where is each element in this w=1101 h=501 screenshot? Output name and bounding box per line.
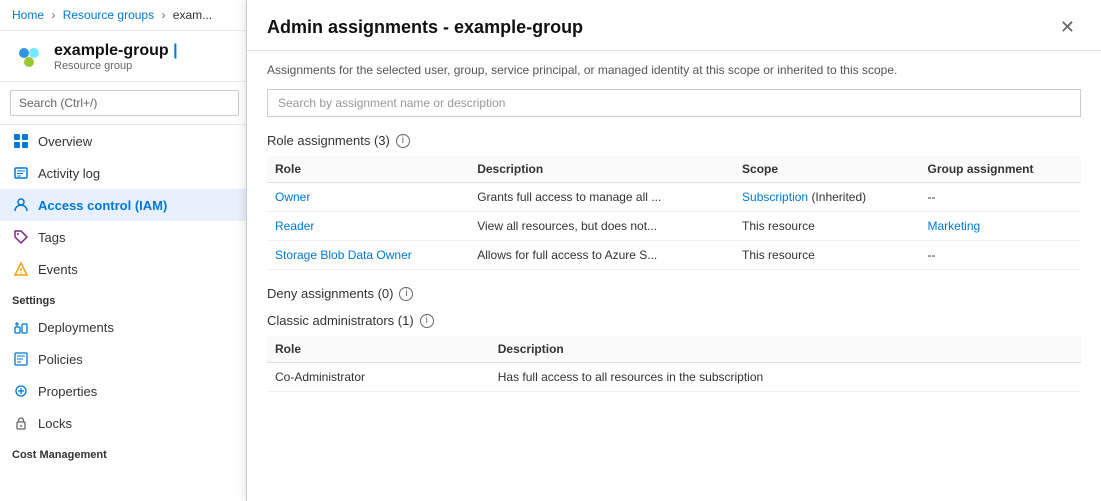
group-cell: -- bbox=[919, 241, 1081, 270]
panel-header: Admin assignments - example-group ✕ bbox=[247, 0, 1101, 51]
sidebar-label-events: Events bbox=[38, 262, 78, 277]
deployments-icon bbox=[12, 318, 30, 336]
sidebar-item-deployments[interactable]: Deployments bbox=[0, 311, 249, 343]
sidebar-item-events[interactable]: Events bbox=[0, 253, 249, 285]
assignment-search-input[interactable] bbox=[267, 89, 1081, 117]
resource-type: Resource group bbox=[54, 60, 178, 72]
sidebar-label-overview: Overview bbox=[38, 134, 92, 149]
sidebar-item-activity-log[interactable]: Activity log bbox=[0, 157, 249, 189]
sidebar-label-properties: Properties bbox=[38, 384, 97, 399]
overview-icon bbox=[12, 132, 30, 150]
properties-icon bbox=[12, 382, 30, 400]
breadcrumb-current: exam... bbox=[173, 8, 212, 22]
scope-cell: Subscription (Inherited) bbox=[734, 183, 919, 212]
locks-icon bbox=[12, 414, 30, 432]
sidebar-label-access-control: Access control (IAM) bbox=[38, 198, 167, 213]
role-assignments-label: Role assignments (3) bbox=[267, 133, 390, 148]
description-cell: Grants full access to manage all ... bbox=[469, 183, 734, 212]
search-input[interactable] bbox=[10, 90, 239, 116]
iam-icon bbox=[12, 196, 30, 214]
role-cell: Owner bbox=[267, 183, 469, 212]
classic-col-description: Description bbox=[490, 336, 1081, 363]
scope-cell: This resource bbox=[734, 212, 919, 241]
sidebar-label-policies: Policies bbox=[38, 352, 83, 367]
role-assignments-table: Role Description Scope Group assignment … bbox=[267, 156, 1081, 270]
deny-assignments-label: Deny assignments (0) bbox=[267, 286, 393, 301]
activity-log-icon bbox=[12, 164, 30, 182]
scope-suffix: (Inherited) bbox=[811, 190, 866, 204]
role-link-storage[interactable]: Storage Blob Data Owner bbox=[275, 248, 412, 262]
col-scope: Scope bbox=[734, 156, 919, 183]
col-description: Description bbox=[469, 156, 734, 183]
scope-link[interactable]: Subscription bbox=[742, 190, 808, 204]
sidebar-item-access-control[interactable]: Access control (IAM) bbox=[0, 189, 249, 221]
role-assignments-info-icon[interactable]: i bbox=[396, 134, 410, 148]
classic-admins-info-icon[interactable]: i bbox=[420, 314, 434, 328]
admin-assignments-panel: Admin assignments - example-group ✕ Assi… bbox=[246, 0, 1101, 501]
sidebar-label-activity-log: Activity log bbox=[38, 166, 100, 181]
main-area: Admin assignments - example-group ✕ Assi… bbox=[250, 0, 1101, 501]
sidebar-item-locks[interactable]: Locks bbox=[0, 407, 249, 439]
description-cell: View all resources, but does not... bbox=[469, 212, 734, 241]
role-link-owner[interactable]: Owner bbox=[275, 190, 310, 204]
group-link-marketing[interactable]: Marketing bbox=[927, 219, 980, 233]
events-icon bbox=[12, 260, 30, 278]
resource-name: example-group bbox=[54, 42, 169, 59]
col-role: Role bbox=[267, 156, 469, 183]
table-row: Owner Grants full access to manage all .… bbox=[267, 183, 1081, 212]
role-cell: Reader bbox=[267, 212, 469, 241]
policies-icon bbox=[12, 350, 30, 368]
sidebar-label-locks: Locks bbox=[38, 416, 72, 431]
sidebar-label-deployments: Deployments bbox=[38, 320, 114, 335]
col-group: Group assignment bbox=[919, 156, 1081, 183]
table-row: Co-Administrator Has full access to all … bbox=[267, 363, 1081, 392]
breadcrumb: Home › Resource groups › exam... bbox=[0, 0, 249, 31]
sidebar-label-tags: Tags bbox=[38, 230, 65, 245]
role-link-reader[interactable]: Reader bbox=[275, 219, 314, 233]
breadcrumb-resource-groups[interactable]: Resource groups bbox=[63, 8, 154, 22]
cost-management-section-label: Cost Management bbox=[0, 439, 249, 465]
deny-assignments-heading: Deny assignments (0) i bbox=[267, 286, 1081, 301]
role-assignments-heading: Role assignments (3) i bbox=[267, 133, 1081, 148]
classic-admins-label: Classic administrators (1) bbox=[267, 313, 414, 328]
resource-header: example-group | Resource group bbox=[0, 31, 249, 82]
classic-col-role: Role bbox=[267, 336, 490, 363]
deny-assignments-section: Deny assignments (0) i bbox=[267, 286, 1081, 301]
panel-title: Admin assignments - example-group bbox=[267, 17, 583, 38]
table-row: Storage Blob Data Owner Allows for full … bbox=[267, 241, 1081, 270]
nav-list: Overview Activity log bbox=[0, 125, 249, 501]
close-button[interactable]: ✕ bbox=[1054, 16, 1081, 38]
sidebar-item-tags[interactable]: Tags bbox=[0, 221, 249, 253]
classic-admins-table: Role Description Co-Administrator Has fu… bbox=[267, 336, 1081, 392]
classic-admins-heading: Classic administrators (1) i bbox=[267, 313, 1081, 328]
tag-icon bbox=[12, 228, 30, 246]
sidebar-item-overview[interactable]: Overview bbox=[0, 125, 249, 157]
group-cell: -- bbox=[919, 183, 1081, 212]
group-cell: Marketing bbox=[919, 212, 1081, 241]
breadcrumb-home[interactable]: Home bbox=[12, 8, 44, 22]
settings-section-label: Settings bbox=[0, 285, 249, 311]
description-cell: Allows for full access to Azure S... bbox=[469, 241, 734, 270]
deny-assignments-info-icon[interactable]: i bbox=[399, 287, 413, 301]
panel-description: Assignments for the selected user, group… bbox=[267, 63, 1081, 77]
sidebar-item-properties[interactable]: Properties bbox=[0, 375, 249, 407]
classic-admins-section: Classic administrators (1) i Role Descri… bbox=[267, 313, 1081, 392]
sidebar-item-policies[interactable]: Policies bbox=[0, 343, 249, 375]
resource-group-icon bbox=[12, 41, 44, 73]
classic-role-cell: Co-Administrator bbox=[267, 363, 490, 392]
scope-cell: This resource bbox=[734, 241, 919, 270]
search-box[interactable] bbox=[0, 82, 249, 125]
table-row: Reader View all resources, but does not.… bbox=[267, 212, 1081, 241]
role-cell: Storage Blob Data Owner bbox=[267, 241, 469, 270]
classic-description-cell: Has full access to all resources in the … bbox=[490, 363, 1081, 392]
resource-title: example-group | Resource group bbox=[54, 42, 178, 72]
panel-body: Assignments for the selected user, group… bbox=[247, 51, 1101, 501]
